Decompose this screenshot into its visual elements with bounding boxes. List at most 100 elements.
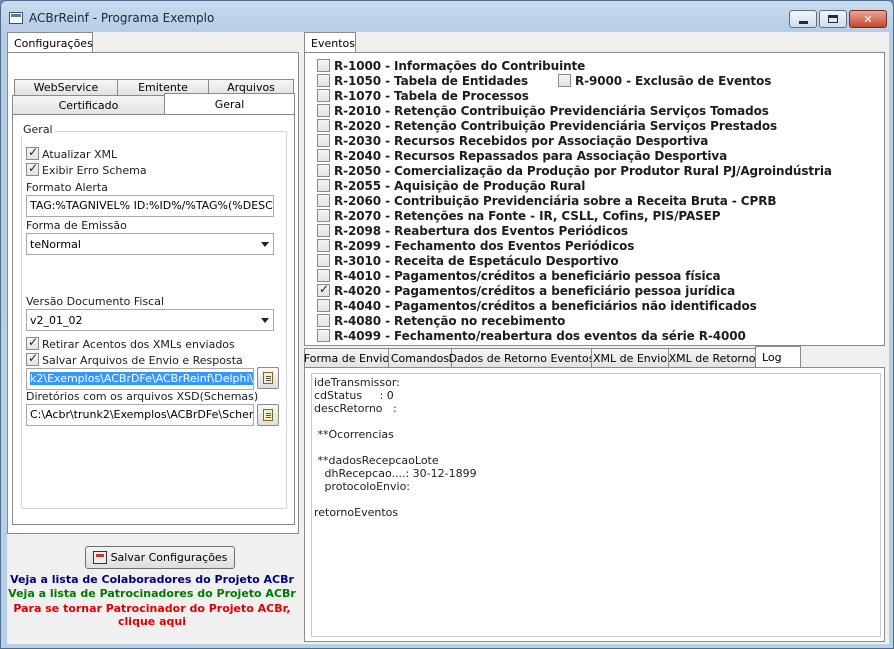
log-panel: ideTransmissor: cdStatus : 0 descRetorno :… [304,367,885,642]
salvar-path-input[interactable]: k2\Exemplos\ACBrDFe\ACBrReinf\Delphi\Doc… [26,368,254,390]
tab-forma-de-envio[interactable]: Forma de Envio [304,348,389,368]
event-item[interactable]: R-1000 - Informações do Contribuinte [317,58,585,73]
formato-alerta-input[interactable]: TAG:%TAGNIVEL% ID:%ID%/%TAG%(%DESCRI [26,195,274,217]
event-item[interactable]: R-2040 - Recursos Repassados para Associ… [317,148,727,163]
tab-geral[interactable]: Geral [164,93,295,115]
event-item[interactable]: R-4080 - Retenção no recebimento [317,313,565,328]
event-label: R-2070 - Retenções na Fonte - IR, CSLL, … [334,208,721,223]
event-item[interactable]: R-1050 - Tabela de Entidades [317,73,528,88]
app-icon [9,12,23,24]
event-checkbox[interactable] [317,329,330,342]
log-memo[interactable]: ideTransmissor: cdStatus : 0 descRetorno :… [311,373,881,637]
xsd-label: Diretórios com os arquivos XSD(Schemas) [26,390,259,403]
event-checkbox[interactable] [317,209,330,222]
event-r9000[interactable]: R-9000 - Exclusão de Eventos [558,73,771,88]
log-line: cdStatus : 0 [314,389,394,402]
tab-comandos[interactable]: Comandos [388,348,452,368]
event-checkbox[interactable] [317,224,330,237]
event-checkbox[interactable] [317,179,330,192]
exibir-erro-schema-checkbox[interactable] [26,161,39,176]
event-item[interactable]: R-2055 - Aquisição de Produção Rural [317,178,585,193]
event-checkbox[interactable] [317,59,330,72]
tab-xml-de-envio[interactable]: XML de Envio [591,348,669,368]
log-line: dhRecepcao....: 30-12-1899 [314,467,477,480]
event-checkbox[interactable] [317,314,330,327]
event-label: R-3010 - Receita de Espetáculo Desportiv… [334,253,619,268]
chevron-down-icon [261,242,269,247]
tab-configuracoes[interactable]: Configurações [7,32,93,53]
event-item[interactable]: R-2030 - Recursos Recebidos por Associaç… [317,133,708,148]
app-window: ACBrReinf - Programa Exemplo ✕ Configura… [0,0,894,649]
event-checkbox[interactable] [317,239,330,252]
event-checkbox[interactable] [317,299,330,312]
versao-documento-label: Versão Documento Fiscal [26,295,165,308]
event-label: R-2055 - Aquisição de Produção Rural [334,178,586,193]
event-item[interactable]: R-2050 - Comercialização da Produção por… [317,163,832,178]
event-item[interactable]: R-2098 - Reabertura dos Eventos Periódic… [317,223,628,238]
event-checkbox[interactable] [317,134,330,147]
event-checkbox[interactable] [317,74,330,87]
event-label: R-2098 - Reabertura dos Eventos Periódic… [334,223,628,238]
event-checkbox[interactable] [317,119,330,132]
event-checkbox[interactable] [317,194,330,207]
title-bar[interactable]: ACBrReinf - Programa Exemplo ✕ [1,1,893,33]
versao-documento-select[interactable]: v2_01_02 [26,309,274,331]
event-label: R-2060 - Contribuição Previdenciária sob… [334,193,777,208]
event-item[interactable]: R-2060 - Contribuição Previdenciária sob… [317,193,777,208]
event-item[interactable]: R-3010 - Receita de Espetáculo Desportiv… [317,253,619,268]
event-item[interactable]: R-4040 - Pagamentos/créditos a beneficiá… [317,298,757,313]
tab-eventos[interactable]: Eventos [304,32,356,53]
event-item[interactable]: R-2010 - Retenção Contribuição Previdenc… [317,103,769,118]
tab-certificado[interactable]: Certificado [12,95,165,115]
atualizar-xml-checkbox[interactable] [26,145,39,160]
browse-salvar-path-button[interactable] [257,367,279,389]
tab-log[interactable]: Log [755,346,801,368]
tornar-patrocinador-link[interactable]: Para se tornar Patrocinador do Projeto A… [7,602,297,615]
tab-xml-de-retorno[interactable]: XML de Retorno [668,348,756,368]
event-item[interactable]: R-2020 - Retenção Contribuição Previdenc… [317,118,777,133]
event-item[interactable]: R-2099 - Fechamento dos Eventos Periódic… [317,238,634,253]
event-checkbox[interactable] [317,104,330,117]
chevron-down-icon [261,318,269,323]
document-icon [263,372,273,384]
patrocinadores-link[interactable]: Veja a lista de Patrocinadores do Projet… [7,587,297,600]
salvar-arquivos-label: Salvar Arquivos de Envio e Resposta [42,354,243,367]
log-line: descRetorno : [314,402,397,415]
event-checkbox[interactable] [317,282,330,297]
minimize-button[interactable] [789,10,817,28]
event-item[interactable]: R-4099 - Fechamento/reabertura dos event… [317,328,746,343]
event-item[interactable]: R-4020 - Pagamentos/créditos a beneficiá… [317,282,735,298]
close-button[interactable]: ✕ [849,10,887,28]
event-checkbox[interactable] [317,164,330,177]
clique-aqui-link[interactable]: clique aqui [7,615,297,628]
colaboradores-link[interactable]: Veja a lista de Colaboradores do Projeto… [7,573,297,586]
log-line: **dadosRecepcaoLote [314,454,439,467]
configuracoes-panel: WebService Emitente Arquivos Certificado… [7,52,299,534]
event-checkbox[interactable] [317,269,330,282]
maximize-button[interactable] [819,10,847,28]
forma-emissao-select[interactable]: teNormal [26,233,274,255]
event-label: R-4010 - Pagamentos/créditos a beneficiá… [334,268,721,283]
window-title: ACBrReinf - Programa Exemplo [29,11,215,25]
exibir-erro-schema-label: Exibir Erro Schema [42,164,147,177]
event-checkbox[interactable] [317,149,330,162]
versao-documento-value: v2_01_02 [30,314,83,327]
log-line: **Ocorrencias [314,428,394,441]
xsd-path-input[interactable]: C:\Acbr\trunk2\Exemplos\ACBrDFe\Schemas\… [26,404,254,426]
tab-dados-retorno-eventos[interactable]: Dados de Retorno Eventos [449,348,594,368]
event-checkbox[interactable] [317,254,330,267]
event-item[interactable]: R-1070 - Tabela de Processos [317,88,529,103]
salvar-arquivos-checkbox[interactable] [26,351,39,366]
browse-xsd-path-button[interactable] [257,404,279,426]
event-item[interactable]: R-4010 - Pagamentos/créditos a beneficiá… [317,268,721,283]
event-label: R-2030 - Recursos Recebidos por Associaç… [334,133,709,148]
client-area: Configurações WebService Emitente Arquiv… [7,32,889,644]
tab-webservice[interactable]: WebService [14,79,118,96]
event-label: R-2010 - Retenção Contribuição Previdenc… [334,103,769,118]
retirar-acentos-checkbox[interactable] [26,335,39,350]
salvar-configuracoes-button[interactable]: Salvar Configurações [85,546,235,569]
salvar-configuracoes-label: Salvar Configurações [110,551,228,564]
event-r9000-checkbox[interactable] [558,74,571,87]
event-checkbox[interactable] [317,89,330,102]
event-item[interactable]: R-2070 - Retenções na Fonte - IR, CSLL, … [317,208,721,223]
